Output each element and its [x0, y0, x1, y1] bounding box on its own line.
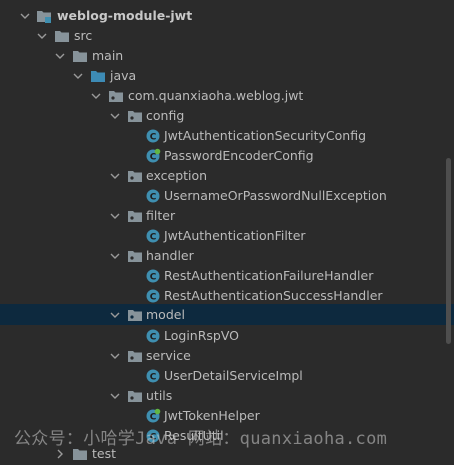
- chevron-down-icon[interactable]: [109, 309, 121, 321]
- spring-class-icon: C: [145, 408, 161, 424]
- chevron-down-icon[interactable]: [109, 170, 121, 182]
- tree-row-label: config: [146, 108, 185, 123]
- chevron-down-icon[interactable]: [19, 10, 31, 22]
- class-icon: C: [145, 428, 161, 444]
- tree-row-label: LoginRspVO: [164, 328, 240, 343]
- package-icon: [127, 348, 143, 364]
- tree-row-folder[interactable]: test: [0, 444, 454, 464]
- chevron-down-icon[interactable]: [72, 70, 84, 82]
- class-icon: C: [145, 188, 161, 204]
- svg-text:C: C: [150, 413, 157, 423]
- project-tree: weblog-module-jwt src main java com.quan…: [0, 0, 454, 461]
- tree-row-package[interactable]: exception: [0, 166, 454, 186]
- folder-icon: [72, 48, 88, 64]
- svg-text:C: C: [150, 233, 157, 243]
- svg-text:C: C: [150, 133, 157, 143]
- class-icon: C: [145, 328, 161, 344]
- svg-text:C: C: [150, 153, 157, 163]
- tree-row-package-selected[interactable]: model: [0, 304, 454, 325]
- class-icon: C: [145, 368, 161, 384]
- chevron-down-icon[interactable]: [109, 110, 121, 122]
- svg-text:C: C: [150, 293, 157, 303]
- package-icon: [108, 88, 124, 104]
- chevron-right-icon[interactable]: [54, 448, 66, 460]
- svg-text:C: C: [150, 333, 157, 343]
- tree-row-module[interactable]: weblog-module-jwt: [0, 6, 454, 26]
- tree-row-label: com.quanxiaoha.weblog.jwt: [128, 88, 304, 103]
- tree-row-label: JwtAuthenticationFilter: [164, 228, 306, 243]
- tree-row-package[interactable]: handler: [0, 246, 454, 266]
- tree-row-class[interactable]: C RestAuthenticationFailureHandler: [0, 266, 454, 286]
- tree-row-label: UserDetailServiceImpl: [164, 368, 303, 383]
- svg-text:C: C: [150, 433, 157, 443]
- tree-row-package[interactable]: utils: [0, 386, 454, 406]
- package-icon: [127, 388, 143, 404]
- tree-row-class[interactable]: C JwtAuthenticationFilter: [0, 226, 454, 246]
- tree-row-label: java: [110, 68, 137, 83]
- package-icon: [127, 307, 143, 323]
- chevron-down-icon[interactable]: [109, 210, 121, 222]
- svg-text:C: C: [150, 193, 157, 203]
- tree-row-label: RestAuthenticationFailureHandler: [164, 268, 374, 283]
- class-icon: C: [145, 128, 161, 144]
- tree-row-label: PasswordEncoderConfig: [164, 148, 314, 163]
- tree-row-class[interactable]: C PasswordEncoderConfig: [0, 146, 454, 166]
- chevron-down-icon[interactable]: [109, 250, 121, 262]
- tree-row-label: filter: [146, 208, 176, 223]
- chevron-down-icon[interactable]: [109, 390, 121, 402]
- tree-row-class[interactable]: C LoginRspVO: [0, 326, 454, 346]
- tree-row-class[interactable]: C JwtTokenHelper: [0, 406, 454, 426]
- tree-row-class[interactable]: C RestAuthenticationSuccessHandler: [0, 286, 454, 306]
- package-icon: [127, 168, 143, 184]
- class-icon: C: [145, 228, 161, 244]
- tree-row-label: UsernameOrPasswordNullException: [164, 188, 387, 203]
- tree-row-package[interactable]: filter: [0, 206, 454, 226]
- tree-row-label: main: [92, 48, 124, 63]
- tree-row-package[interactable]: service: [0, 346, 454, 366]
- tree-row-folder[interactable]: main: [0, 46, 454, 66]
- chevron-down-icon[interactable]: [90, 90, 102, 102]
- spring-class-icon: C: [145, 148, 161, 164]
- svg-text:C: C: [150, 373, 157, 383]
- tree-row-label: JwtAuthenticationSecurityConfig: [164, 128, 367, 143]
- package-icon: [127, 108, 143, 124]
- tree-row-label: handler: [146, 248, 194, 263]
- folder-icon: [54, 28, 70, 44]
- tree-row-package[interactable]: config: [0, 106, 454, 126]
- tree-row-package[interactable]: com.quanxiaoha.weblog.jwt: [0, 86, 454, 106]
- tree-row-class[interactable]: C UserDetailServiceImpl: [0, 366, 454, 386]
- source-root-folder-icon: [90, 68, 106, 84]
- chevron-down-icon[interactable]: [109, 350, 121, 362]
- tree-row-label: weblog-module-jwt: [57, 8, 193, 23]
- tree-row-label: RestAuthenticationSuccessHandler: [164, 288, 383, 303]
- tree-row-label: model: [146, 307, 185, 322]
- class-icon: C: [145, 288, 161, 304]
- tree-row-label: exception: [146, 168, 208, 183]
- class-icon: C: [145, 268, 161, 284]
- package-icon: [127, 248, 143, 264]
- tree-row-label: src: [74, 28, 93, 43]
- tree-row-folder[interactable]: src: [0, 26, 454, 46]
- vertical-scrollbar[interactable]: [446, 158, 451, 344]
- tree-row-label: service: [146, 348, 191, 363]
- tree-row-class[interactable]: C UsernameOrPasswordNullException: [0, 186, 454, 206]
- tree-row-source-root[interactable]: java: [0, 66, 454, 86]
- tree-row-label: ResultUtil: [164, 428, 224, 443]
- package-icon: [127, 208, 143, 224]
- chevron-down-icon[interactable]: [54, 50, 66, 62]
- tree-row-label: utils: [146, 388, 173, 403]
- tree-row-class[interactable]: C ResultUtil: [0, 426, 454, 446]
- module-folder-icon: [36, 8, 52, 24]
- svg-text:C: C: [150, 273, 157, 283]
- tree-row-label: JwtTokenHelper: [164, 408, 260, 423]
- tree-row-class[interactable]: C JwtAuthenticationSecurityConfig: [0, 126, 454, 146]
- chevron-down-icon[interactable]: [36, 30, 48, 42]
